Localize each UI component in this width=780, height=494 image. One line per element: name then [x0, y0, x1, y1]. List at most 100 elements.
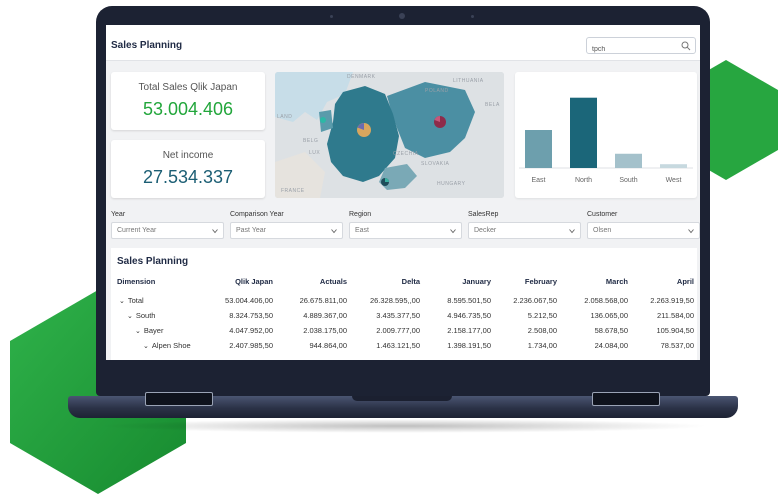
table-row-dimension[interactable]: ⌄ Bayer: [135, 326, 163, 335]
dimension-label: Alpen Shoe: [151, 341, 191, 350]
laptop-hinge-left: [145, 392, 213, 406]
column-header[interactable]: Dimension: [117, 277, 155, 286]
map-chart[interactable]: DENMARK LITHUANIA BELA POLAND CZECHIA SL…: [275, 72, 504, 198]
map-label: DENMARK: [347, 74, 376, 80]
column-header[interactable]: Actuals: [267, 277, 347, 286]
chevron-down-icon: [688, 229, 694, 234]
app-title: Sales Planning: [111, 40, 183, 51]
filter-salesrep: SalesRep Decker: [468, 211, 581, 239]
filter-year-select[interactable]: Current Year: [111, 222, 224, 239]
map-label: LITHUANIA: [453, 78, 484, 84]
table-cell: 4.047.952,00: [229, 326, 273, 335]
table-row-dimension[interactable]: ⌄ Total: [119, 296, 144, 305]
map-label: BELA: [485, 102, 500, 108]
column-header[interactable]: February: [477, 277, 557, 286]
map-label: HUNGARY: [437, 181, 466, 187]
table-cell: 1.734,00: [527, 341, 557, 350]
kpi-value: 53.004.406: [142, 99, 234, 119]
chevron-down-icon[interactable]: ⌄: [143, 342, 149, 350]
map-label: SLOVAKIA: [421, 161, 450, 167]
table-cell: 26.328.595,,00: [369, 296, 420, 305]
filter-customer-select[interactable]: Olsen: [587, 222, 700, 239]
filter-comparison-year: Comparison Year Past Year: [230, 211, 343, 239]
map-label: LAND: [277, 114, 292, 120]
filter-value: Olsen: [593, 227, 612, 234]
kpi-value: 27.534.337: [142, 167, 234, 187]
filter-label: SalesRep: [468, 211, 499, 218]
search-input[interactable]: [587, 42, 673, 57]
kpi-label: Total Sales Qlik Japan: [138, 82, 238, 93]
table-cell: 2.263.919,50: [650, 296, 694, 305]
bar-north[interactable]: [570, 97, 597, 168]
sensor-dot-right: [471, 15, 474, 18]
map-label: CZECHIA: [393, 151, 419, 157]
chevron-down-icon[interactable]: ⌄: [119, 297, 125, 305]
pie-marker-austria[interactable]: [381, 178, 389, 186]
filter-customer: Customer Olsen: [587, 211, 700, 239]
bar-label-east: East: [531, 177, 545, 184]
filter-region-select[interactable]: East: [349, 222, 462, 239]
dimension-label: Total: [127, 296, 144, 305]
map-label: POLAND: [425, 88, 449, 94]
filter-value: Decker: [474, 227, 497, 234]
pie-marker-poland[interactable]: [434, 116, 446, 128]
filter-region: Region East: [349, 211, 462, 239]
bar-chart-svg: East North South West: [519, 97, 693, 184]
filter-salesrep-select[interactable]: Decker: [468, 222, 581, 239]
table-cell: 3.435.377,50: [376, 311, 420, 320]
chevron-down-icon[interactable]: ⌄: [127, 312, 133, 320]
dimension-label: South: [135, 311, 156, 320]
app-header: Sales Planning: [106, 25, 700, 61]
table-cell: 8.324.753,50: [229, 311, 273, 320]
app-screen: Sales Planning Total Sales Qlik Japan 53…: [106, 25, 700, 360]
filter-value: Current Year: [117, 227, 157, 234]
column-header[interactable]: April: [614, 277, 694, 286]
map-label: BELG: [303, 138, 318, 144]
bar-west[interactable]: [660, 164, 687, 168]
column-header[interactable]: Delta: [340, 277, 420, 286]
chevron-down-icon[interactable]: ⌄: [135, 327, 141, 335]
table-row-dimension[interactable]: ⌄ Alpen Shoe: [143, 341, 191, 350]
column-header[interactable]: Qlik Japan: [193, 277, 273, 286]
map-svg: DENMARK LITHUANIA BELA POLAND CZECHIA SL…: [275, 72, 504, 198]
table-cell: 2.038.175,00: [303, 326, 347, 335]
laptop-hinge-right: [592, 392, 660, 406]
table-cell: 53.004.406,00: [225, 296, 273, 305]
bar-label-west: West: [666, 177, 682, 184]
pie-marker-benelux[interactable]: [320, 117, 326, 123]
kpi-label: Net income: [162, 150, 214, 161]
table-cell: 5.212,50: [527, 311, 557, 320]
table-cell: 2.508,00: [527, 326, 557, 335]
bar-east[interactable]: [525, 130, 552, 168]
filter-value: Past Year: [236, 227, 266, 234]
filter-label: Year: [111, 211, 126, 218]
chevron-down-icon: [450, 229, 456, 234]
table-cell: 105.904,50: [656, 326, 694, 335]
kpi-total-sales[interactable]: Total Sales Qlik Japan 53.004.406: [111, 72, 265, 130]
kpi-net-income[interactable]: Net income 27.534.337: [111, 140, 265, 198]
table-cell: 944.864,00: [309, 341, 347, 350]
map-label: FRANCE: [281, 188, 305, 194]
table-cell: 78.537,00: [660, 341, 694, 350]
camera-icon: [399, 13, 405, 19]
bar-south[interactable]: [615, 153, 642, 168]
search-box[interactable]: [586, 37, 696, 57]
map-label: LUX: [309, 150, 320, 156]
laptop-notch: [352, 396, 452, 401]
bar-label-north: North: [575, 177, 592, 184]
filter-year: Year Current Year: [111, 211, 224, 239]
region-bar-chart[interactable]: East North South West: [515, 72, 697, 198]
filter-comparison-year-select[interactable]: Past Year: [230, 222, 343, 239]
bar-label-south: South: [619, 177, 637, 184]
table-row-dimension[interactable]: ⌄ South: [127, 311, 155, 320]
chevron-down-icon: [212, 229, 218, 234]
filter-label: Customer: [587, 211, 618, 218]
chevron-down-icon: [331, 229, 337, 234]
chevron-down-icon: [569, 229, 575, 234]
filter-label: Comparison Year: [230, 211, 284, 218]
search-icon[interactable]: [681, 41, 691, 51]
sensor-dot-left: [330, 15, 333, 18]
pie-marker-germany[interactable]: [357, 123, 371, 137]
dimension-label: Bayer: [143, 326, 164, 335]
table-cell: 26.675.811,00: [299, 296, 347, 305]
